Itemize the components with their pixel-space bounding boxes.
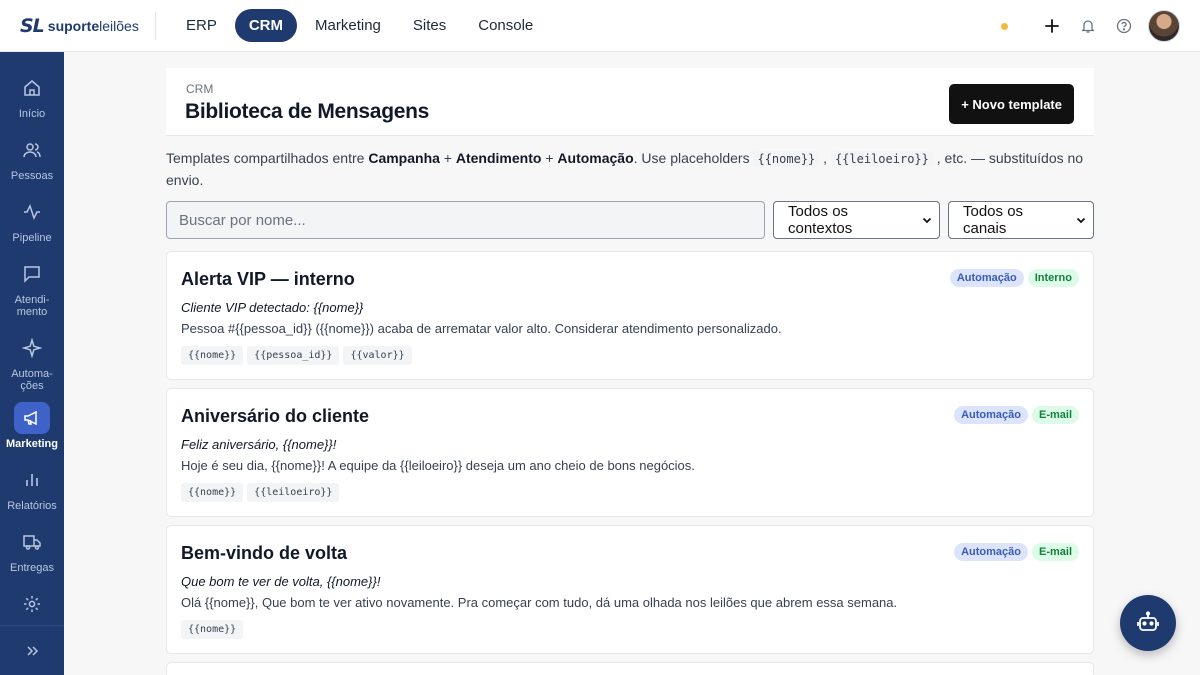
placeholder-tag: {{nome}}	[181, 620, 244, 639]
topnav-console[interactable]: Console	[464, 9, 547, 42]
channel-badge: E-mail	[1031, 406, 1079, 424]
sidebar-item-inicio[interactable]: Início	[0, 72, 64, 120]
placeholder-tag: {{pessoa_id}}	[247, 346, 340, 365]
sidebar-item-label: Marketing	[6, 438, 58, 450]
home-icon	[14, 72, 50, 104]
template-subject: Feliz aniversário, {{nome}}!	[181, 437, 337, 452]
activity-icon	[14, 196, 50, 228]
placeholder-tag: {{valor}}	[343, 346, 412, 365]
sidebar: Início Pessoas Pipeline Atendi- mento Au…	[0, 52, 64, 675]
topnav-marketing[interactable]: Marketing	[301, 9, 395, 42]
sidebar-item-label: Relatórios	[7, 500, 57, 512]
sidebar-item-pipeline[interactable]: Pipeline	[0, 196, 64, 244]
template-body: Hoje é seu dia, {{nome}}! A equipe da {{…	[181, 458, 695, 473]
placeholder-tag: {{nome}}	[181, 346, 244, 365]
chevron-down-icon	[1076, 217, 1086, 224]
placeholder-code: {{nome}}	[753, 151, 820, 167]
template-title: Alerta VIP — interno	[181, 269, 355, 289]
intro-text: Templates compartilhados entre Campanha …	[166, 150, 1084, 188]
topnav-erp[interactable]: ERP	[172, 9, 231, 42]
placeholder-tag: {{leiloeiro}}	[247, 483, 340, 502]
context-badge: Automação	[954, 543, 1028, 561]
context-badge: Automação	[949, 269, 1024, 287]
plus-icon[interactable]	[1034, 10, 1070, 42]
users-icon	[14, 134, 50, 166]
user-avatar[interactable]	[1148, 10, 1180, 42]
assistant-bot-button[interactable]	[1120, 595, 1176, 651]
sparkle-icon	[14, 332, 50, 364]
topnav-sites[interactable]: Sites	[399, 9, 460, 42]
search-input[interactable]	[166, 201, 765, 239]
page-title: Biblioteca de Mensagens	[185, 100, 430, 123]
sidebar-item-label: Automa- ções	[11, 368, 53, 392]
help-icon[interactable]	[1106, 10, 1142, 42]
sidebar-item-relatorios[interactable]: Relatórios	[0, 464, 64, 512]
template-body: Olá {{nome}}, Que bom te ver ativo novam…	[181, 595, 898, 610]
sidebar-item-atendimento[interactable]: Atendi- mento	[0, 258, 64, 318]
robot-icon	[1137, 611, 1159, 631]
chevrons-right-icon	[27, 645, 39, 656]
template-title: Bem-vindo de volta	[181, 543, 348, 563]
bar-chart-icon	[14, 464, 50, 496]
template-subject: Que bom te ver de volta, {{nome}}!	[181, 574, 381, 589]
placeholder-tag: {{nome}}	[181, 483, 244, 502]
truck-icon	[14, 526, 50, 558]
channel-badge: E-mail	[1031, 543, 1079, 561]
message-icon	[14, 258, 50, 290]
template-card[interactable]: Bem-vindo de volta Automação E-mail Que …	[166, 525, 1094, 654]
sidebar-item-marketing[interactable]: Marketing	[0, 402, 64, 450]
placeholder-tags: {{nome}} {{pessoa_id}} {{valor}}	[181, 346, 412, 365]
sidebar-item-label: Entregas	[9, 562, 55, 574]
placeholder-code: {{leiloeiro}}	[830, 151, 933, 167]
breadcrumb[interactable]: CRM	[186, 82, 213, 96]
top-actions	[1001, 10, 1180, 42]
new-template-button[interactable]: + Novo template	[949, 84, 1074, 124]
template-body: Pessoa #{{pessoa_id}} ({{nome}}) acaba d…	[181, 321, 782, 336]
placeholder-tags: {{nome}}	[181, 620, 244, 639]
sidebar-item-label: Pipeline	[12, 232, 52, 244]
sidebar-item-entregas[interactable]: Entregas	[0, 526, 64, 574]
sidebar-item-settings[interactable]	[0, 588, 64, 620]
channel-badge: Interno	[1027, 269, 1079, 287]
template-badges: Automação Interno	[949, 269, 1079, 287]
logo-text: suporteleilões	[47, 17, 139, 34]
logo-mark: SL	[20, 14, 45, 37]
context-select[interactable]: Todos os contextos	[773, 201, 940, 239]
template-card[interactable]: Alerta VIP — interno Automação Interno C…	[166, 251, 1094, 380]
sidebar-expand-button[interactable]	[0, 625, 64, 675]
megaphone-icon	[14, 402, 50, 434]
sidebar-item-label: Início	[18, 108, 46, 120]
template-subject: Cliente VIP detectado: {{nome}}	[181, 300, 364, 315]
bell-icon[interactable]	[1070, 10, 1106, 42]
sidebar-item-automacoes[interactable]: Automa- ções	[0, 332, 64, 392]
gear-icon	[14, 588, 50, 620]
status-dot	[1001, 22, 1008, 30]
placeholder-tags: {{nome}} {{leiloeiro}}	[181, 483, 340, 502]
channel-select[interactable]: Todos os canais	[948, 201, 1094, 239]
top-bar: SL suporteleilões ERP CRM Marketing Site…	[0, 0, 1200, 52]
sidebar-item-label: Atendi- mento	[14, 294, 50, 318]
template-badges: Automação E-mail	[954, 406, 1079, 424]
template-badges: Automação E-mail	[954, 543, 1079, 561]
context-badge: Automação	[954, 406, 1028, 424]
chevron-down-icon	[922, 217, 932, 224]
template-card[interactable]: Aniversário do cliente Automação E-mail …	[166, 388, 1094, 517]
sidebar-item-pessoas[interactable]: Pessoas	[0, 134, 64, 182]
page-header: CRM Biblioteca de Mensagens + Novo templ…	[166, 68, 1094, 136]
template-title: Aniversário do cliente	[181, 406, 370, 426]
topnav-crm[interactable]: CRM	[234, 9, 298, 42]
template-card[interactable]	[166, 662, 1094, 675]
sidebar-item-label: Pessoas	[10, 170, 54, 182]
top-nav: ERP CRM Marketing Sites Console	[172, 9, 547, 42]
brand-logo[interactable]: SL suporteleilões	[0, 11, 156, 40]
